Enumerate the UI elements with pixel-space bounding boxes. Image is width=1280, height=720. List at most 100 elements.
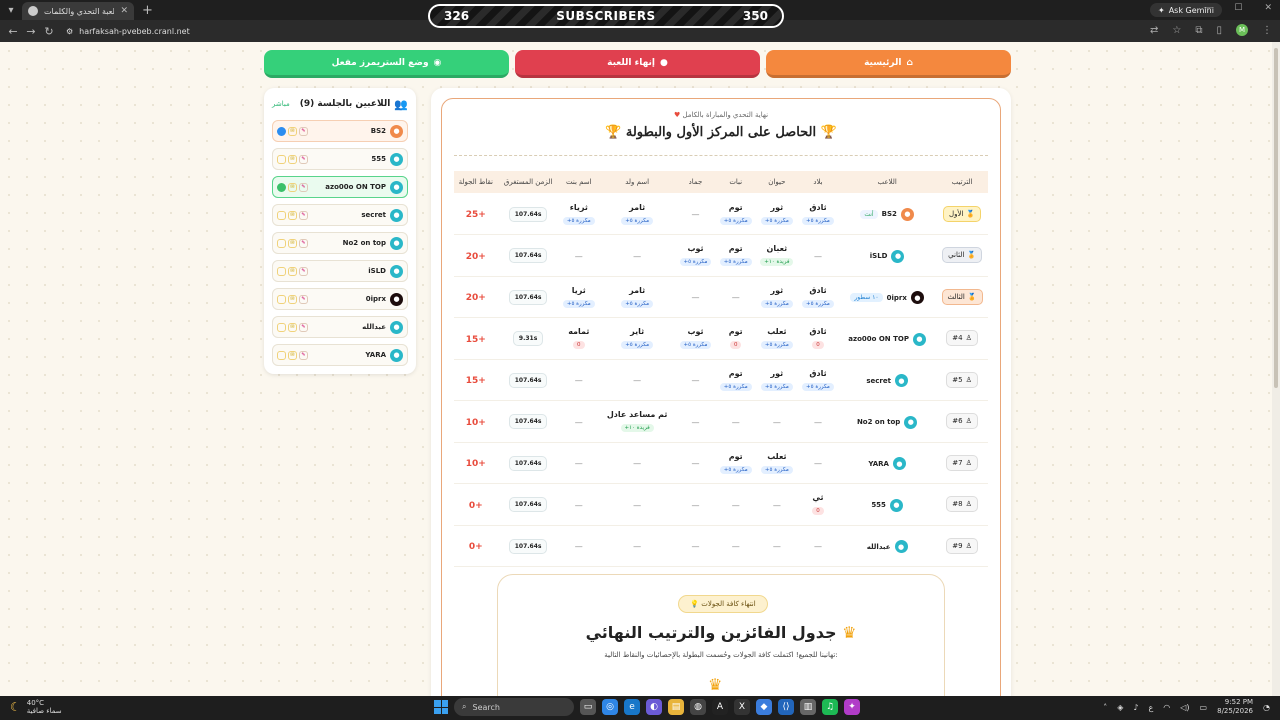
taskbar-search[interactable]: ⌕ Search <box>454 698 574 716</box>
volume-icon[interactable]: ◁) <box>1180 703 1189 712</box>
player-row[interactable]: ● No2 on top ✉ ✎ <box>272 232 408 254</box>
avatar: ● <box>912 332 926 346</box>
new-tab-button[interactable]: + <box>142 3 153 18</box>
home-button[interactable]: الرئيسية ⌂ <box>766 50 1011 78</box>
tray-chevron-icon[interactable]: ˄ <box>1103 703 1107 712</box>
player-row[interactable]: ● azo00o ON TOP ✉ ✎ <box>272 176 408 198</box>
status-icon[interactable] <box>277 238 286 248</box>
answer-cell: توم مكررة ٥+ <box>715 234 756 277</box>
mute-icon[interactable]: ✉ <box>288 126 297 136</box>
kick-icon[interactable]: ✎ <box>299 322 308 332</box>
windows-start-icon[interactable] <box>434 700 448 714</box>
mute-icon[interactable]: ✉ <box>288 294 297 304</box>
player: ● 0iprx ١٠ سطور <box>850 291 924 304</box>
app-icon[interactable]: ◆ <box>756 699 772 715</box>
player-row[interactable]: ● secret ✉ ✎ <box>272 204 408 226</box>
clock[interactable]: 9:52 PM 8/25/2026 <box>1217 698 1253 716</box>
edge-icon[interactable]: e <box>624 699 640 715</box>
player-row[interactable]: ● YARA ✉ ✎ <box>272 344 408 366</box>
minimize-icon[interactable]: — <box>1203 3 1212 13</box>
player-row[interactable]: ● BS2 ✉ ✎ <box>272 120 408 142</box>
mute-icon[interactable]: ✉ <box>288 154 297 164</box>
time-cell: 107.64s <box>497 483 559 526</box>
notifications-icon[interactable]: ◔ <box>1263 703 1270 712</box>
column-header: نقاط الجولة <box>458 178 493 186</box>
kick-icon[interactable]: ✎ <box>299 154 308 164</box>
mute-icon[interactable]: ✉ <box>288 322 297 332</box>
discord-icon[interactable]: ◐ <box>646 699 662 715</box>
mute-icon[interactable]: ✉ <box>288 210 297 220</box>
profile-avatar[interactable]: M <box>1236 24 1248 36</box>
status-icon[interactable] <box>277 294 286 304</box>
site-info-icon[interactable]: ⚙ <box>66 27 73 36</box>
sidepanel-icon[interactable]: ▯ <box>1216 25 1222 36</box>
answer-cell: — <box>558 234 599 277</box>
wifi-icon[interactable]: ◠ <box>1163 703 1170 712</box>
status-icon[interactable] <box>277 154 286 164</box>
url-field[interactable]: ⚙ harfaksah-pvebeb.cranl.net <box>66 27 190 36</box>
kick-icon[interactable]: ✎ <box>299 238 308 248</box>
player-row[interactable]: ● iSLD ✉ ✎ <box>272 260 408 282</box>
mute-icon[interactable]: ✉ <box>288 350 297 360</box>
kick-icon[interactable]: ✎ <box>299 126 308 136</box>
translate-icon[interactable]: ⇄ <box>1150 25 1158 36</box>
status-icon[interactable] <box>277 126 286 136</box>
file-explorer-icon[interactable]: ▤ <box>668 699 684 715</box>
avatar: ● <box>390 236 403 250</box>
reload-icon[interactable]: ↻ <box>40 25 58 38</box>
task-view-icon[interactable]: ▭ <box>580 699 596 715</box>
tab-search-chevron-icon[interactable]: ▾ <box>0 5 22 16</box>
chrome-icon[interactable]: ◎ <box>602 699 618 715</box>
notepad-icon[interactable]: ▥ <box>800 699 816 715</box>
close-window-icon[interactable]: ✕ <box>1264 3 1272 13</box>
mic-icon[interactable]: ♪ <box>1133 703 1138 712</box>
player-row[interactable]: ● 0iprx ✉ ✎ <box>272 288 408 310</box>
maximize-icon[interactable]: ☐ <box>1234 3 1242 13</box>
empty-answer: — <box>691 542 700 552</box>
vscode-icon[interactable]: ⟨⟩ <box>778 699 794 715</box>
bookmark-star-icon[interactable]: ☆ <box>1172 25 1181 36</box>
end-game-button[interactable]: إنهاء اللعبة ● <box>515 50 760 78</box>
streamer-mode-button[interactable]: وضع الستريمرز مفعل ◉ <box>264 50 509 78</box>
forward-icon[interactable]: → <box>22 25 40 38</box>
avatar: ● <box>390 320 403 334</box>
empty-answer: — <box>691 500 700 510</box>
github-icon[interactable]: ◍ <box>690 699 706 715</box>
weather-widget[interactable]: ☾ 40°C سماء صافية <box>10 699 62 715</box>
kick-icon[interactable]: ✎ <box>299 266 308 276</box>
mute-icon[interactable]: ✉ <box>288 238 297 248</box>
avatar: ● <box>894 540 908 553</box>
xbox-icon[interactable]: X <box>734 699 750 715</box>
language-indicator[interactable]: ع <box>1149 703 1154 712</box>
status-icon[interactable] <box>277 182 286 192</box>
terminal-icon[interactable]: A <box>712 699 728 715</box>
kick-icon[interactable]: ✎ <box>299 210 308 220</box>
avatar: ● <box>910 291 924 304</box>
extensions-icon[interactable]: ⧉ <box>1195 25 1202 36</box>
player-row[interactable]: ● عبدالله ✉ ✎ <box>272 316 408 338</box>
app-icon[interactable]: ✦ <box>844 699 860 715</box>
status-icon[interactable] <box>277 210 286 220</box>
empty-answer: — <box>574 500 583 510</box>
tray-app-icon[interactable]: ◈ <box>1117 703 1123 712</box>
spotify-icon[interactable]: ♫ <box>822 699 838 715</box>
back-icon[interactable]: ← <box>4 25 22 38</box>
kick-icon[interactable]: ✎ <box>299 294 308 304</box>
player-row[interactable]: ● 555 ✉ ✎ <box>272 148 408 170</box>
status-icon[interactable] <box>277 266 286 276</box>
player-name: No2 on top <box>856 418 901 426</box>
kick-icon[interactable]: ✎ <box>299 182 308 192</box>
scrollbar-thumb[interactable] <box>1274 48 1278 388</box>
tab-close-icon[interactable]: ✕ <box>120 6 128 16</box>
mute-icon[interactable]: ✉ <box>288 266 297 276</box>
status-icon[interactable] <box>277 322 286 332</box>
browser-tab[interactable]: حرفك صح | لعبة التحدي والكلمات ✕ <box>22 2 134 20</box>
page-scrollbar[interactable] <box>1272 42 1280 696</box>
mute-icon[interactable]: ✉ <box>288 182 297 192</box>
battery-icon[interactable]: ▭ <box>1200 703 1208 712</box>
status-icon[interactable] <box>277 350 286 360</box>
empty-answer: — <box>813 459 822 469</box>
kick-icon[interactable]: ✎ <box>299 350 308 360</box>
menu-dots-icon[interactable]: ⋮ <box>1262 25 1272 36</box>
answer-score-chip: مكررة ٥+ <box>802 216 834 225</box>
